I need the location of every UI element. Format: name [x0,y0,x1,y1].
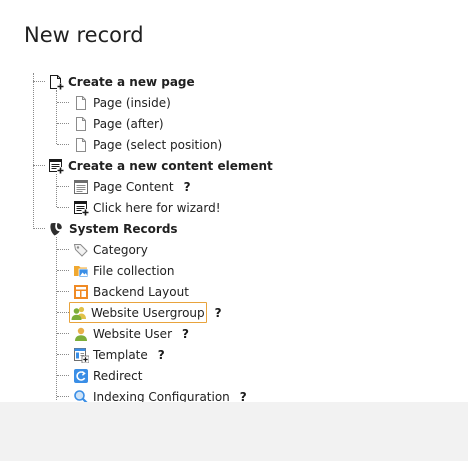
tree-page-children-line [56,90,57,144]
website-user-help-icon[interactable]: ? [182,326,189,342]
page-new-icon [48,74,64,90]
page-after-item: Page (after) [71,113,166,134]
website-usergroup-link[interactable]: Website Usergroup ? [69,302,222,323]
page-icon [73,116,89,132]
page-content-help-icon[interactable]: ? [184,179,191,195]
create-new-content-label: Create a new content element [68,158,273,173]
content-wizard-icon [73,200,89,216]
tree-branch [57,123,69,124]
content-wizard-item: Click here for wizard! [71,197,223,218]
page-content-link[interactable]: Page Content ? [71,176,191,197]
template-link[interactable]: Template ? [71,344,165,365]
website-usergroup-item: Website Usergroup [69,302,207,323]
tree-branch [57,354,69,355]
tree-branch [57,186,69,187]
file-collection-item: File collection [71,260,176,281]
tree-root-branch-content [33,165,45,166]
typo3-logo-icon [48,221,64,237]
website-usergroup-help-icon[interactable]: ? [215,305,222,321]
redirect-link[interactable]: Redirect [71,365,145,386]
template-help-icon[interactable]: ? [158,347,165,363]
tree-branch [57,333,69,334]
template-item: Template [71,344,150,365]
file-collection-link[interactable]: File collection [71,260,176,281]
template-label: Template [93,347,148,362]
backend-layout-item: Backend Layout [71,281,191,302]
website-user-link[interactable]: Website User ? [71,323,189,344]
website-usergroup-label: Website Usergroup [91,305,205,320]
new-record-tree: Create a new page Page (inside) Page (af… [0,0,468,405]
page-select-position-item: Page (select position) [71,134,224,155]
file-collection-label: File collection [93,263,175,278]
tree-branch [57,144,69,145]
tree-branch [57,291,69,292]
backend-layout-link[interactable]: Backend Layout [71,281,191,302]
page-after-label: Page (after) [93,116,164,131]
tree-branch [57,396,69,397]
page-after-link[interactable]: Page (after) [71,113,166,134]
website-user-label: Website User [93,326,173,341]
website-user-item: Website User [71,323,174,344]
file-collection-icon [73,263,89,279]
page-inside-item: Page (inside) [71,92,173,113]
redirect-label: Redirect [93,368,143,383]
tree-branch [57,375,69,376]
page-content-label: Page Content [93,179,174,194]
system-records-label: System Records [69,221,178,236]
page-icon [73,137,89,153]
user-icon [73,326,89,342]
page-inside-label: Page (inside) [93,95,171,110]
backend-layout-icon [73,284,89,300]
page-inside-link[interactable]: Page (inside) [71,92,173,113]
template-icon [73,347,89,363]
create-new-page-link[interactable]: Create a new page [48,71,195,92]
tree-branch [57,207,69,208]
create-new-page-label: Create a new page [68,74,195,89]
usergroup-icon [71,305,87,321]
category-label: Category [93,242,148,257]
category-tag-icon [73,242,89,258]
new-record-page: New record Create a new page Page (insid… [0,0,468,461]
content-icon [73,179,89,195]
page-select-position-label: Page (select position) [93,137,223,152]
redirect-item: Redirect [71,365,145,386]
tree-branch [57,312,69,313]
page-icon [73,95,89,111]
tree-root-line [33,73,34,229]
tree-content-children-line [56,174,57,207]
backend-layout-label: Backend Layout [93,284,189,299]
content-wizard-link[interactable]: Click here for wizard! [71,197,223,218]
tree-root-branch-page [33,81,45,82]
category-item: Category [71,239,150,260]
create-new-content-link[interactable]: Create a new content element [48,155,273,176]
tree-branch [57,270,69,271]
redirect-icon [73,368,89,384]
tree-branch [57,249,69,250]
tree-root-branch-system [33,228,45,229]
tree-branch [57,102,69,103]
content-new-icon [48,158,64,174]
category-link[interactable]: Category [71,239,150,260]
content-wizard-label: Click here for wizard! [93,200,221,215]
system-records-group: System Records [48,218,178,239]
page-content-item: Page Content [71,176,176,197]
footer-area [0,402,468,461]
page-select-position-link[interactable]: Page (select position) [71,134,224,155]
